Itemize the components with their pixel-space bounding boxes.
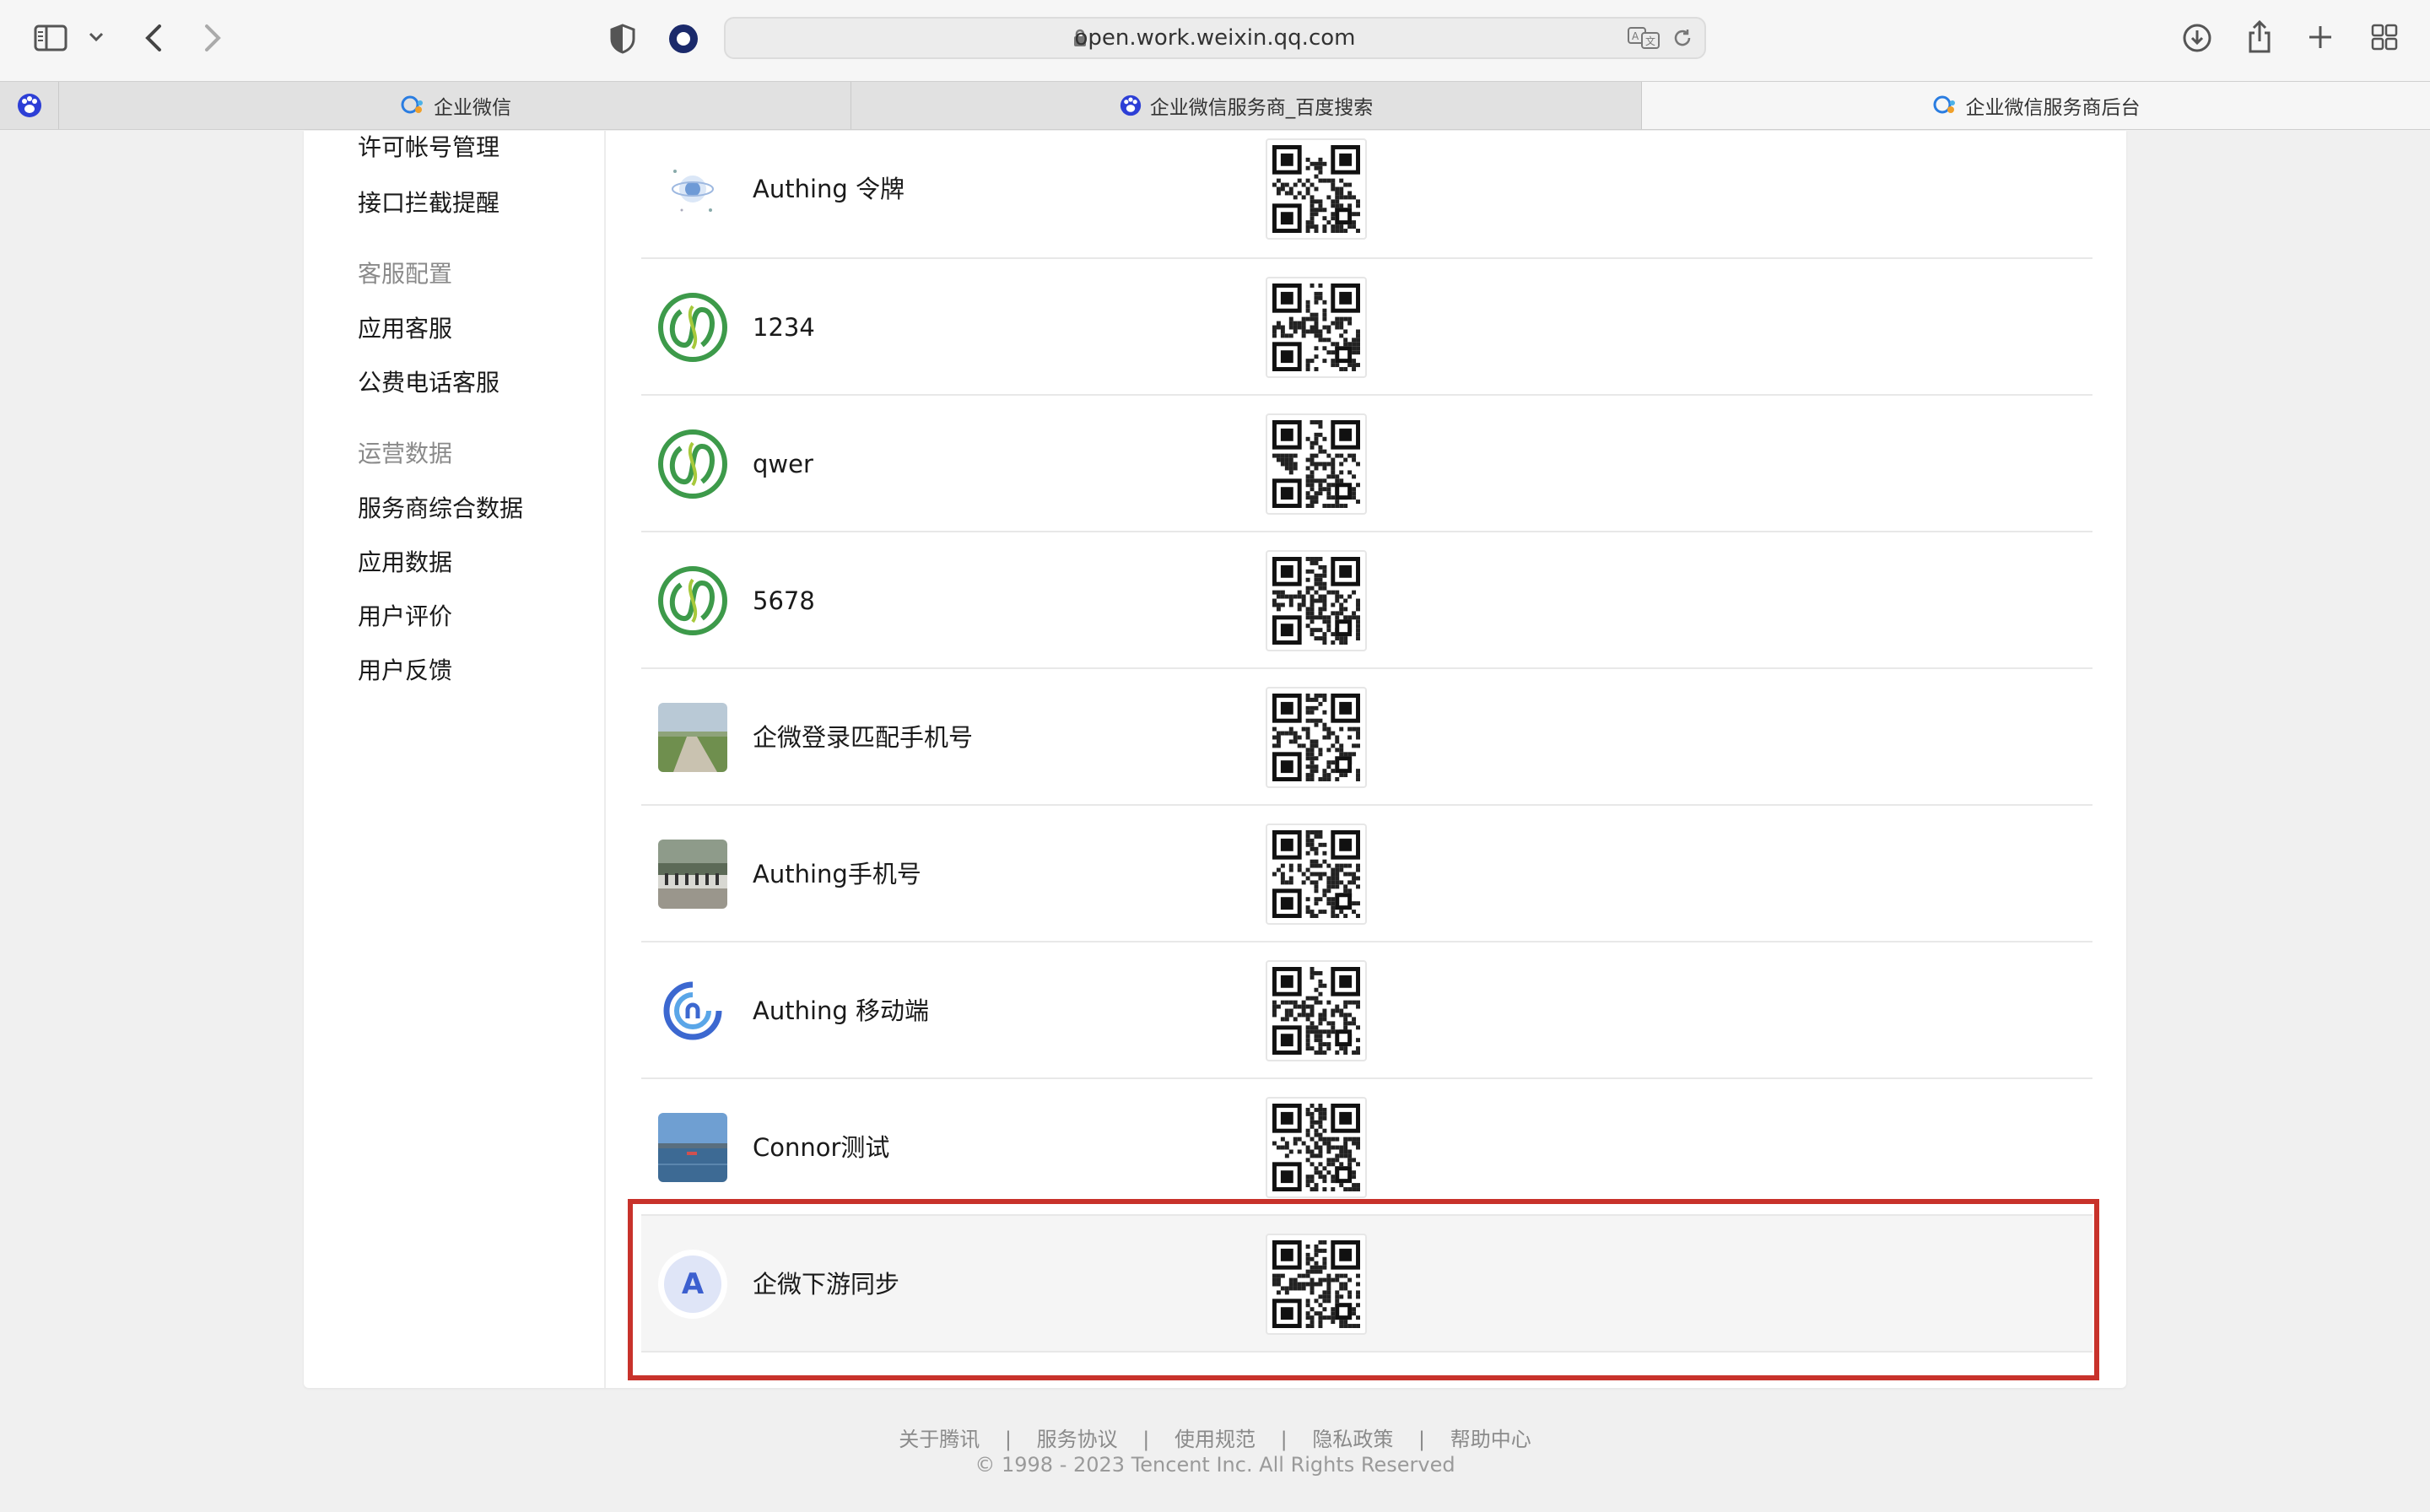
app-name: Authing 移动端 — [753, 996, 930, 1025]
qr-code-icon — [1266, 824, 1367, 925]
footer-link-about[interactable]: 关于腾讯 — [899, 1428, 980, 1451]
browser-toolbar: open.work.weixin.qq.com A文 — [0, 0, 2430, 81]
qr-code-icon — [1266, 1234, 1367, 1335]
sidebar-group-service: 客服配置 — [358, 260, 453, 288]
sidebar-group-ops: 运营数据 — [358, 440, 453, 467]
green-knot-logo-icon — [658, 293, 727, 362]
privacy-shield-icon[interactable] — [608, 23, 638, 55]
sidebar-item-user-feedback[interactable]: 用户反馈 — [358, 654, 452, 688]
footer-link-service-agreement[interactable]: 服务协议 — [1037, 1428, 1118, 1451]
translate-icon[interactable]: A文 — [1627, 26, 1660, 50]
footer-link-usage-rules[interactable]: 使用规范 — [1174, 1428, 1256, 1451]
app-name: Authing手机号 — [753, 860, 921, 888]
tab-label: 企业微信服务商后台 — [1965, 97, 2141, 119]
copyright-text: © 1998 - 2023 Tencent Inc. All Rights Re… — [975, 1453, 1455, 1477]
sidebar-item-license-accounts[interactable]: 许可帐号管理 — [358, 131, 500, 165]
seashore-photo-icon — [658, 840, 727, 909]
reload-icon[interactable] — [1671, 26, 1694, 50]
qr-code-icon — [1266, 960, 1367, 1061]
app-name: 1234 — [753, 313, 815, 342]
tab-overview-icon[interactable] — [2369, 22, 2400, 52]
chevron-down-icon[interactable] — [88, 29, 105, 46]
baidu-paw-icon — [17, 94, 41, 117]
qr-code-icon — [1266, 277, 1367, 378]
app-row[interactable]: Authing 移动端 — [641, 942, 2092, 1079]
svg-text:文: 文 — [1645, 35, 1655, 47]
road-photo-icon — [658, 703, 727, 772]
main-card: 许可帐号管理 接口拦截提醒 客服配置 应用客服 公费电话客服 运营数据 服务商综… — [304, 131, 2126, 1388]
new-tab-icon[interactable] — [2305, 22, 2336, 52]
sidebar-item-provider-data[interactable]: 服务商综合数据 — [358, 492, 523, 526]
qr-code-icon — [1266, 138, 1367, 240]
app-row[interactable]: 企微登录匹配手机号 — [641, 669, 2092, 806]
app-row[interactable]: qwer — [641, 396, 2092, 532]
app-row[interactable]: 5678 — [641, 532, 2092, 669]
app-name: Authing 令牌 — [753, 175, 905, 203]
baidu-paw-icon — [1120, 94, 1141, 116]
footer-separator: | — [1418, 1428, 1426, 1451]
svg-text:A: A — [1632, 30, 1639, 42]
address-bar[interactable]: open.work.weixin.qq.com A文 — [724, 17, 1706, 59]
forward-icon[interactable] — [199, 22, 226, 54]
qr-code-icon — [1266, 550, 1367, 651]
authing-ring-logo-icon — [658, 976, 727, 1045]
back-icon[interactable] — [140, 22, 167, 54]
sidebar-item-api-interception[interactable]: 接口拦截提醒 — [358, 186, 500, 220]
footer-links: 关于腾讯 | 服务协议 | 使用规范 | 隐私政策 | 帮助中心 — [0, 1423, 2430, 1452]
footer-link-privacy[interactable]: 隐私政策 — [1312, 1428, 1393, 1451]
share-icon[interactable] — [2244, 19, 2275, 56]
extension-ring-icon[interactable] — [667, 22, 700, 56]
app-row[interactable]: Authing手机号 — [641, 806, 2092, 942]
authing-token-logo-icon — [658, 154, 727, 224]
downloads-icon[interactable] — [2180, 21, 2214, 55]
green-knot-logo-icon — [658, 566, 727, 635]
sidebar: 许可帐号管理 接口拦截提醒 客服配置 应用客服 公费电话客服 运营数据 服务商综… — [304, 131, 606, 1388]
green-knot-logo-icon — [658, 429, 727, 499]
sidebar-item-phone-service[interactable]: 公费电话客服 — [358, 366, 500, 400]
qr-code-icon — [1266, 687, 1367, 788]
footer-separator: | — [1142, 1428, 1150, 1451]
footer-separator: | — [1004, 1428, 1012, 1451]
sidebar-item-app-data[interactable]: 应用数据 — [358, 546, 452, 580]
tab-bar: 企业微信 企业微信服务商_百度搜索 企业微信服务商后台 — [0, 81, 2430, 130]
app-name: 企微登录匹配手机号 — [753, 723, 974, 752]
sidebar-item-app-service[interactable]: 应用客服 — [358, 312, 452, 346]
app-name: 企微下游同步 — [753, 1270, 900, 1299]
app-row-highlighted[interactable]: A 企微下游同步 — [641, 1216, 2092, 1353]
sidebar-item-user-reviews[interactable]: 用户评价 — [358, 600, 452, 634]
avatar-letter: A — [681, 1267, 705, 1301]
pinned-tab-baidu[interactable] — [0, 82, 59, 129]
app-row[interactable]: Connor测试 — [641, 1079, 2092, 1216]
footer-separator: | — [1280, 1428, 1288, 1451]
wework-logo-icon — [1933, 95, 1955, 114]
sidebar-toggle-icon[interactable] — [34, 24, 68, 52]
footer-link-help[interactable]: 帮助中心 — [1450, 1428, 1531, 1451]
tab-provider-admin[interactable]: 企业微信服务商后台 — [1642, 82, 2430, 129]
tab-baidu-search[interactable]: 企业微信服务商_百度搜索 — [851, 82, 1642, 129]
qr-code-icon — [1266, 1097, 1367, 1198]
app-name: qwer — [753, 450, 813, 478]
app-row[interactable]: Authing 令牌 — [641, 124, 2092, 259]
qr-code-icon — [1266, 413, 1367, 515]
app-name: Connor测试 — [753, 1133, 890, 1162]
tab-wework[interactable]: 企业微信 — [61, 82, 851, 129]
app-row[interactable]: 1234 — [641, 259, 2092, 396]
app-name: 5678 — [753, 586, 815, 615]
lake-photo-icon — [658, 1113, 727, 1182]
url-text: open.work.weixin.qq.com — [1074, 25, 1356, 51]
tab-label: 企业微信服务商_百度搜索 — [1149, 97, 1374, 119]
letter-avatar-icon: A — [658, 1250, 727, 1319]
wework-logo-icon — [401, 95, 423, 114]
tab-label: 企业微信 — [434, 97, 511, 119]
